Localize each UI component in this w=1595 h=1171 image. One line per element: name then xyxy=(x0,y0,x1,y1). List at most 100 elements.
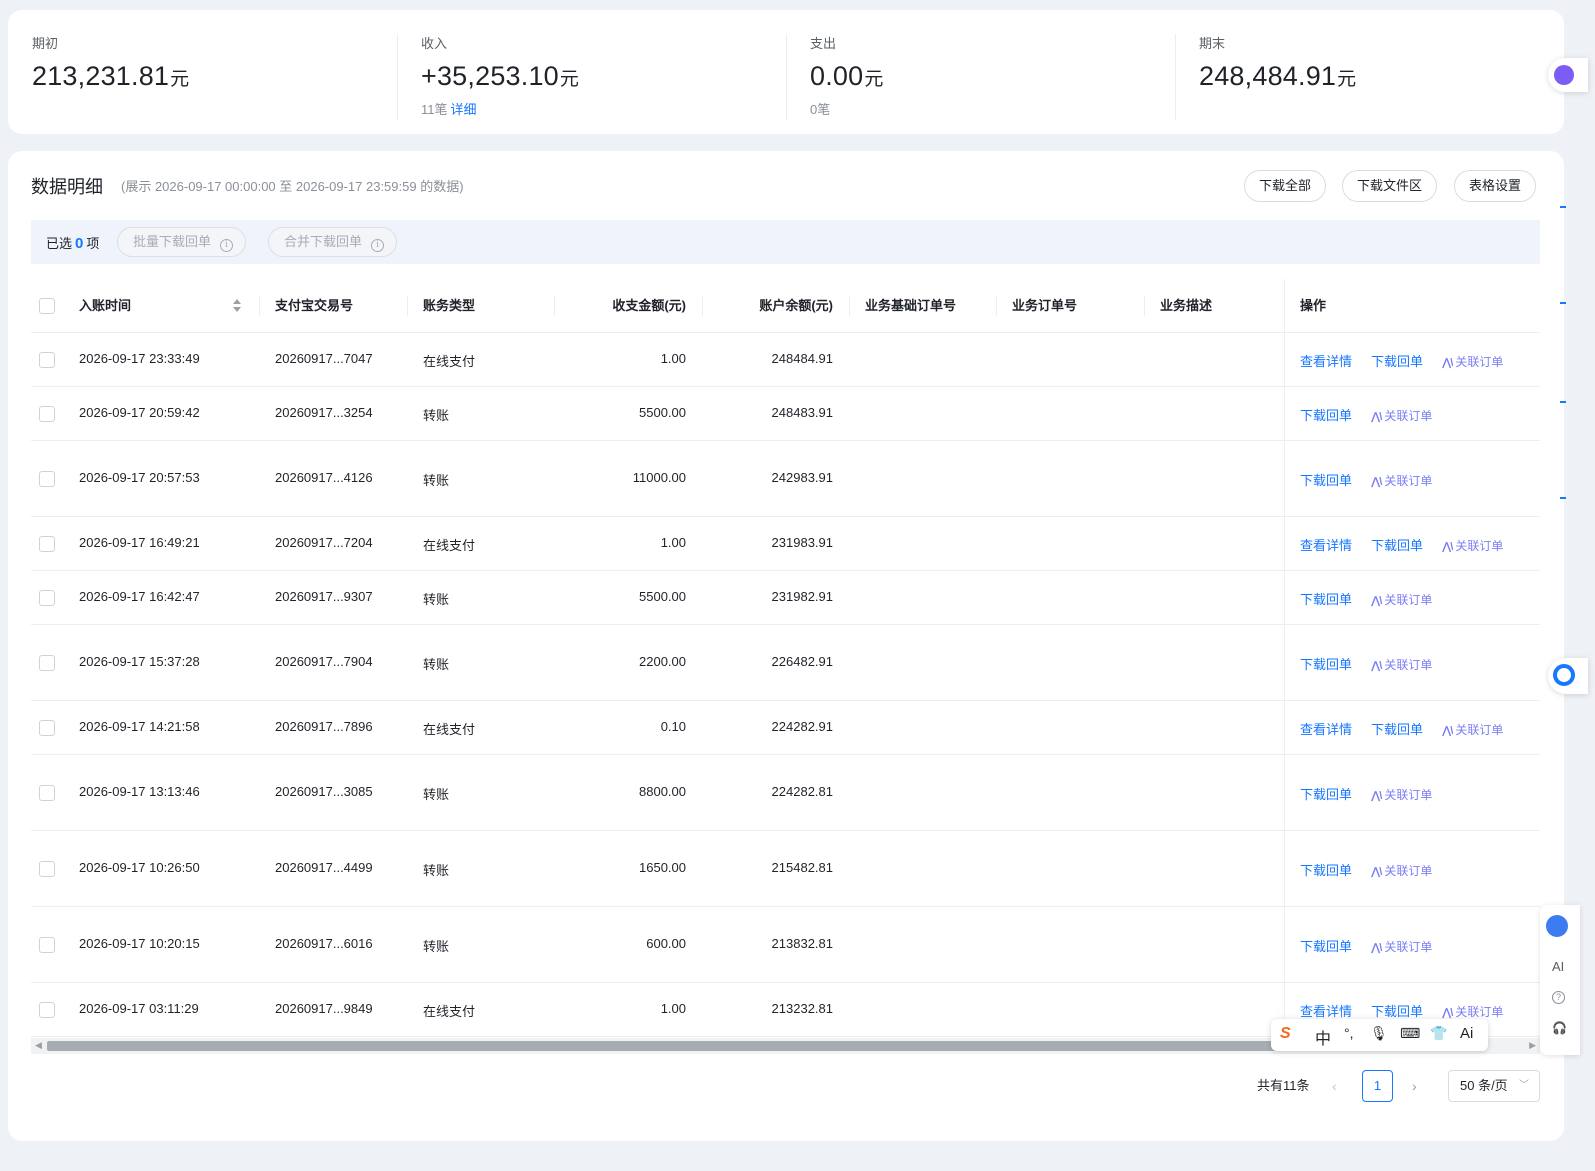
download-receipt-link[interactable]: 下载回单 xyxy=(1300,936,1352,955)
link-order-button[interactable]: ⋀\ 关联订单 xyxy=(1442,1003,1503,1020)
ime-chinese-toggle[interactable]: 中 xyxy=(1315,1025,1331,1049)
view-detail-link[interactable]: 查看详情 xyxy=(1300,535,1352,554)
row-checkbox[interactable] xyxy=(39,785,55,801)
scroll-right-icon[interactable]: ▶ xyxy=(1529,1040,1536,1051)
table-row[interactable]: 2026-09-17 20:59:42 20260917...3254 转账 5500… xyxy=(31,387,1540,441)
view-detail-link[interactable]: 查看详情 xyxy=(1300,1001,1352,1020)
download-receipt-link[interactable]: 下载回单 xyxy=(1300,405,1352,424)
microphone-icon[interactable]: 🎙 xyxy=(1370,1025,1388,1042)
download-receipt-link[interactable]: 下载回单 xyxy=(1300,654,1352,673)
header-description: 业务描述 xyxy=(1160,298,1213,313)
ime-toolbar[interactable]: S 中 °, 🎙 ⌨ 👕 Ai xyxy=(1271,1019,1488,1051)
row-checkbox[interactable] xyxy=(39,1002,55,1018)
link-order-button[interactable]: ⋀\ 关联订单 xyxy=(1371,786,1432,803)
table-row[interactable]: 2026-09-17 10:20:15 20260917...6016 转账 600.… xyxy=(31,907,1540,983)
link-order-button[interactable]: ⋀\ 关联订单 xyxy=(1371,938,1432,955)
download-receipt-link[interactable]: 下载回单 xyxy=(1371,1001,1423,1020)
column-divider xyxy=(407,296,408,316)
cell-time: 2026-09-17 13:13:46 xyxy=(79,784,200,799)
cell-trade-no: 20260917...7204 xyxy=(275,535,373,550)
sort-icon[interactable] xyxy=(233,298,241,314)
side-ai-label[interactable]: AI xyxy=(1552,959,1564,974)
row-checkbox[interactable] xyxy=(39,471,55,487)
view-detail-link[interactable]: 查看详情 xyxy=(1300,719,1352,738)
link-order-button[interactable]: ⋀\ 关联订单 xyxy=(1371,862,1432,879)
table-row[interactable]: 2026-09-17 23:33:49 20260917...7047 在线支付 1.… xyxy=(31,333,1540,387)
cell-time: 2026-09-17 20:57:53 xyxy=(79,470,200,485)
table-row[interactable]: 2026-09-17 16:49:21 20260917...7204 在线支付 1.… xyxy=(31,517,1540,571)
cell-type: 转账 xyxy=(423,863,450,878)
download-receipt-link[interactable]: 下载回单 xyxy=(1300,860,1352,879)
download-receipt-link[interactable]: 下载回单 xyxy=(1371,351,1423,370)
cell-trade-no: 20260917...3085 xyxy=(275,784,373,799)
download-all-button[interactable]: 下载全部 xyxy=(1244,170,1327,202)
actions-column-shadow xyxy=(1284,279,1285,1039)
scrollbar-thumb[interactable] xyxy=(47,1041,1277,1051)
opening-value: 213,231.81元 xyxy=(32,61,190,91)
download-receipt-link[interactable]: 下载回单 xyxy=(1300,470,1352,489)
view-detail-link[interactable]: 查看详情 xyxy=(1300,351,1352,370)
download-receipt-link[interactable]: 下载回单 xyxy=(1300,784,1352,803)
cell-amount: 600.00 xyxy=(646,936,686,951)
robot-icon[interactable] xyxy=(1546,915,1568,937)
income-detail-link[interactable]: 详细 xyxy=(451,102,477,117)
merge-download-button[interactable]: 合并下载回单 i xyxy=(268,227,398,257)
section-title: 数据明细 xyxy=(31,177,103,197)
row-checkbox[interactable] xyxy=(39,937,55,953)
skin-icon[interactable]: 👕 xyxy=(1430,1025,1447,1042)
cell-time: 2026-09-17 16:42:47 xyxy=(79,589,200,604)
link-order-button[interactable]: ⋀\ 关联订单 xyxy=(1371,472,1432,489)
link-order-button[interactable]: ⋀\ 关联订单 xyxy=(1442,537,1503,554)
total-count: 共有11条 xyxy=(1257,1078,1310,1093)
cell-type: 转账 xyxy=(423,408,450,423)
scroll-left-icon[interactable]: ◀ xyxy=(35,1040,42,1051)
table-row[interactable]: 2026-09-17 20:57:53 20260917...4126 转账 1100… xyxy=(31,441,1540,517)
headset-icon[interactable]: 🎧 xyxy=(1552,1021,1567,1035)
table-settings-button[interactable]: 表格设置 xyxy=(1454,170,1537,202)
select-all-checkbox[interactable] xyxy=(39,298,55,314)
cell-type: 转账 xyxy=(423,592,450,607)
link-order-button[interactable]: ⋀\ 关联订单 xyxy=(1442,353,1503,370)
header-time[interactable]: 入账时间 xyxy=(79,279,131,333)
punctuation-icon[interactable]: °, xyxy=(1344,1025,1354,1041)
link-order-button[interactable]: ⋀\ 关联订单 xyxy=(1371,591,1432,608)
link-order-button[interactable]: ⋀\ 关联订单 xyxy=(1442,721,1503,738)
sogou-logo-icon[interactable]: S xyxy=(1280,1025,1291,1043)
download-receipt-link[interactable]: 下载回单 xyxy=(1371,535,1423,554)
prev-page-icon[interactable]: ‹ xyxy=(1332,1070,1337,1102)
cell-type: 在线支付 xyxy=(423,354,476,369)
expense-label: 支出 xyxy=(810,36,837,51)
column-divider xyxy=(849,296,850,316)
batch-download-button[interactable]: 批量下载回单 i xyxy=(117,227,247,257)
cell-amount: 11000.00 xyxy=(632,470,686,485)
table-row[interactable]: 2026-09-17 15:37:28 20260917...7904 转账 2200… xyxy=(31,625,1540,701)
download-receipt-link[interactable]: 下载回单 xyxy=(1300,589,1352,608)
download-receipt-link[interactable]: 下载回单 xyxy=(1371,719,1423,738)
table-row[interactable]: 2026-09-17 10:26:50 20260917...4499 转账 1650… xyxy=(31,831,1540,907)
download-files-button[interactable]: 下载文件区 xyxy=(1342,170,1438,202)
row-checkbox[interactable] xyxy=(39,406,55,422)
link-order-button[interactable]: ⋀\ 关联订单 xyxy=(1371,656,1432,673)
page-1-button[interactable]: 1 xyxy=(1362,1070,1393,1102)
service-float-button[interactable] xyxy=(1548,658,1588,694)
table-row[interactable]: 2026-09-17 14:21:58 20260917...7896 在线支付 0.… xyxy=(31,701,1540,755)
table-row[interactable]: 2026-09-17 13:13:46 20260917...3085 转账 8800… xyxy=(31,755,1540,831)
row-checkbox[interactable] xyxy=(39,536,55,552)
row-checkbox[interactable] xyxy=(39,720,55,736)
page-size-select[interactable]: 50 条/页 ﹀ xyxy=(1448,1070,1540,1102)
ime-ai-button[interactable]: Ai xyxy=(1460,1025,1473,1042)
row-checkbox[interactable] xyxy=(39,861,55,877)
income-value: +35,253.10元 xyxy=(421,61,580,91)
link-order-button[interactable]: ⋀\ 关联订单 xyxy=(1371,407,1432,424)
keyboard-icon[interactable]: ⌨ xyxy=(1400,1025,1420,1042)
header-base-order: 业务基础订单号 xyxy=(865,298,957,313)
row-checkbox[interactable] xyxy=(39,352,55,368)
row-checkbox[interactable] xyxy=(39,655,55,671)
assistant-float-button[interactable] xyxy=(1548,58,1588,92)
help-icon[interactable]: ? xyxy=(1552,991,1565,1004)
cell-time: 2026-09-17 16:49:21 xyxy=(79,535,200,550)
row-checkbox[interactable] xyxy=(39,590,55,606)
table-row[interactable]: 2026-09-17 16:42:47 20260917...9307 转账 5500… xyxy=(31,571,1540,625)
header-amount: 收支金额(元) xyxy=(612,298,686,313)
next-page-icon[interactable]: › xyxy=(1412,1070,1417,1102)
